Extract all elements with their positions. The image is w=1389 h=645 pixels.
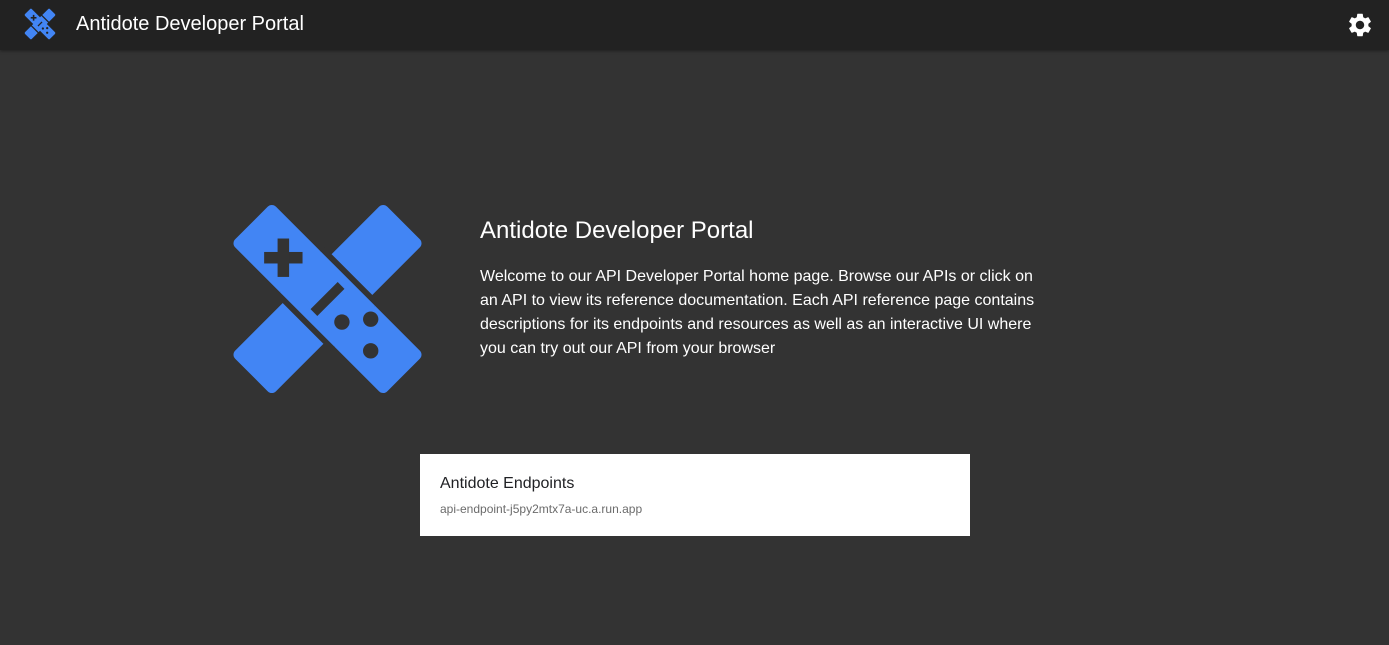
welcome-description: Welcome to our API Developer Portal home… <box>480 268 1035 357</box>
api-card-antidote-endpoints[interactable]: Antidote Endpoints api-endpoint-j5py2mtx… <box>420 454 970 536</box>
gear-icon <box>1349 13 1371 37</box>
app-title: Antidote Developer Portal <box>76 13 304 35</box>
top-app-bar: Antidote Developer Portal <box>0 0 1389 50</box>
hero-logo <box>230 203 425 395</box>
api-card-title[interactable]: Antidote Endpoints <box>440 474 574 494</box>
settings-button[interactable] <box>1346 11 1374 39</box>
antidote-logo-icon[interactable] <box>24 8 56 40</box>
page-title: Antidote Developer Portal <box>480 217 754 244</box>
antidote-logo-icon <box>233 204 422 394</box>
api-card-host: api-endpoint-j5py2mtx7a-uc.a.run.app <box>440 502 643 516</box>
